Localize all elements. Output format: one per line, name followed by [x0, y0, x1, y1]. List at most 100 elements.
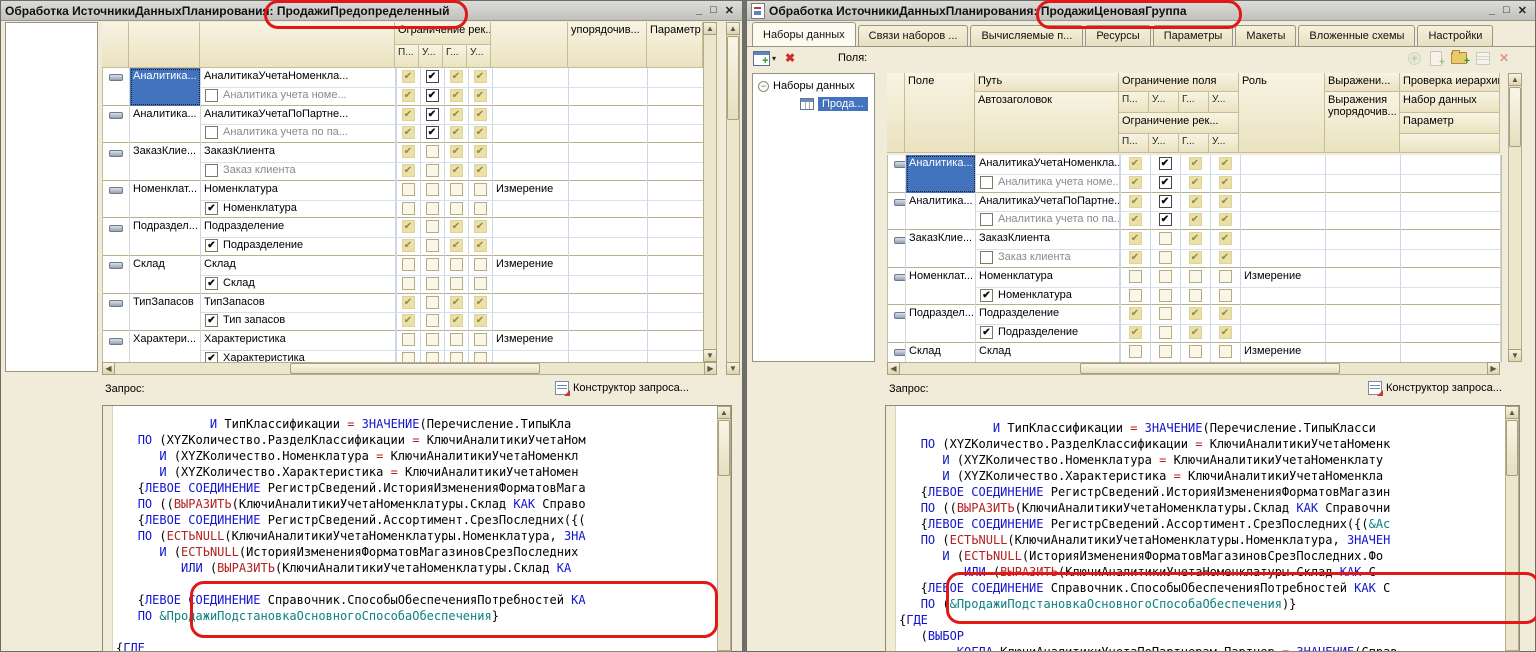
checkbox-checked-disabled[interactable]: ✔ [474, 89, 487, 102]
checkbox-checked-disabled[interactable]: ✔ [402, 70, 415, 83]
checkbox-unchecked[interactable] [426, 352, 439, 362]
field-title-cell[interactable]: Аналитика учета номе... [201, 87, 396, 106]
checkbox-checked-disabled[interactable]: ✔ [474, 220, 487, 233]
field-title-cell[interactable]: Аналитика учета номе... [976, 174, 1120, 193]
checkbox-checked[interactable]: ✔ [1159, 213, 1172, 226]
field-title-cell[interactable]: ✔Номенклатура [976, 287, 1120, 306]
field-path-cell[interactable]: Подразделение [976, 305, 1120, 324]
field-name-cell[interactable]: Подраздел... [130, 218, 201, 256]
checkbox-checked[interactable]: ✔ [426, 89, 439, 102]
query-constructor-link[interactable]: Конструктор запроса... [555, 381, 689, 395]
checkbox-checked-disabled[interactable]: ✔ [450, 126, 463, 139]
right-maximize-button[interactable]: □ [1503, 4, 1510, 17]
field-title-cell[interactable]: Заказ клиента [976, 249, 1120, 268]
title-checkbox-checked[interactable]: ✔ [205, 239, 218, 252]
checkbox-unchecked[interactable] [450, 352, 463, 362]
checkbox-checked-disabled[interactable]: ✔ [1219, 157, 1232, 170]
field-path-cell[interactable]: Склад [201, 256, 396, 275]
field-title-cell[interactable]: ✔Тип запасов [201, 312, 396, 331]
title-checkbox-checked[interactable]: ✔ [205, 202, 218, 215]
tab-2[interactable]: Связи наборов ... [858, 25, 969, 46]
checkbox-checked-disabled[interactable]: ✔ [450, 145, 463, 158]
checkbox-unchecked[interactable] [426, 314, 439, 327]
checkbox-unchecked[interactable] [450, 258, 463, 271]
field-path-cell[interactable]: Номенклатура [976, 268, 1120, 287]
field-title-cell[interactable]: ✔Подразделение [976, 324, 1120, 343]
checkbox-checked-disabled[interactable]: ✔ [1129, 307, 1142, 320]
checkbox-unchecked[interactable] [1159, 326, 1172, 339]
checkbox-checked-disabled[interactable]: ✔ [450, 296, 463, 309]
checkbox-checked-disabled[interactable]: ✔ [450, 239, 463, 252]
field-row-group[interactable]: ЗаказКлие...ЗаказКлиентаЗаказ клиента✔✔✔… [888, 230, 1501, 268]
add-dataset-button[interactable]: +▾ [753, 50, 781, 66]
checkbox-checked-disabled[interactable]: ✔ [1129, 251, 1142, 264]
checkbox-checked-disabled[interactable]: ✔ [1219, 195, 1232, 208]
checkbox-checked[interactable]: ✔ [1159, 157, 1172, 170]
checkbox-checked-disabled[interactable]: ✔ [474, 108, 487, 121]
checkbox-unchecked[interactable] [1129, 289, 1142, 302]
field-name-cell[interactable]: Аналитика... [906, 193, 976, 231]
tree-item-dataset-sales[interactable]: Прода... [800, 96, 875, 111]
checkbox-unchecked[interactable] [1159, 307, 1172, 320]
checkbox-checked[interactable]: ✔ [426, 108, 439, 121]
checkbox-unchecked[interactable] [1189, 270, 1202, 283]
checkbox-checked-disabled[interactable]: ✔ [474, 296, 487, 309]
checkbox-checked-disabled[interactable]: ✔ [402, 145, 415, 158]
checkbox-checked-disabled[interactable]: ✔ [450, 220, 463, 233]
field-row-group[interactable]: ТипЗапасовТипЗапасов✔Тип запасов✔✔✔✔✔✔ [103, 294, 704, 332]
title-checkbox-checked[interactable]: ✔ [205, 314, 218, 327]
right-minimize-button[interactable]: _ [1489, 4, 1495, 17]
checkbox-checked-disabled[interactable]: ✔ [402, 164, 415, 177]
field-name-cell[interactable]: Склад [906, 343, 976, 362]
checkbox-unchecked[interactable] [426, 333, 439, 346]
field-path-cell[interactable]: Номенклатура [201, 181, 396, 200]
field-path-cell[interactable]: Характеристика [201, 331, 396, 350]
checkbox-unchecked[interactable] [402, 202, 415, 215]
checkbox-unchecked[interactable] [426, 202, 439, 215]
checkbox-checked[interactable]: ✔ [426, 126, 439, 139]
tab-7[interactable]: Вложенные схемы [1298, 25, 1415, 46]
field-row-group[interactable]: Подраздел...Подразделение✔Подразделение✔… [103, 218, 704, 256]
field-path-cell[interactable]: АналитикаУчетаНоменкла... [201, 68, 396, 87]
checkbox-unchecked[interactable] [1219, 345, 1232, 358]
field-title-cell[interactable]: ✔Характеристика [201, 350, 396, 362]
checkbox-checked-disabled[interactable]: ✔ [474, 239, 487, 252]
title-checkbox-checked[interactable]: ✔ [980, 326, 993, 339]
field-row-group[interactable]: СкладСклад✔СкладИзмерение [888, 343, 1501, 362]
title-checkbox-checked[interactable]: ✔ [205, 352, 218, 362]
checkbox-checked-disabled[interactable]: ✔ [1219, 176, 1232, 189]
checkbox-unchecked[interactable] [474, 277, 487, 290]
checkbox-unchecked[interactable] [1159, 270, 1172, 283]
checkbox-checked-disabled[interactable]: ✔ [450, 164, 463, 177]
field-row-group[interactable]: Аналитика...АналитикаУчетаПоПартне...Ана… [103, 106, 704, 144]
checkbox-unchecked[interactable] [1129, 270, 1142, 283]
query-constructor-text[interactable]: Конструктор запроса... [573, 382, 689, 394]
checkbox-checked-disabled[interactable]: ✔ [1219, 251, 1232, 264]
checkbox-unchecked[interactable] [1129, 345, 1142, 358]
left-table-hscroll-thumb[interactable] [290, 363, 540, 374]
checkbox-unchecked[interactable] [402, 333, 415, 346]
checkbox-unchecked[interactable] [450, 202, 463, 215]
left-close-button[interactable]: ✕ [725, 4, 734, 17]
field-name-cell[interactable]: Аналитика... [906, 155, 976, 193]
field-title-cell[interactable]: Заказ клиента [201, 162, 396, 181]
checkbox-unchecked[interactable] [1219, 289, 1232, 302]
checkbox-unchecked[interactable] [450, 277, 463, 290]
tree-item-datasets[interactable]: −Наборы данных [758, 79, 873, 93]
field-name-cell[interactable]: Аналитика... [130, 68, 201, 106]
checkbox-checked-disabled[interactable]: ✔ [1129, 213, 1142, 226]
checkbox-checked-disabled[interactable]: ✔ [402, 89, 415, 102]
checkbox-checked-disabled[interactable]: ✔ [1129, 176, 1142, 189]
checkbox-checked-disabled[interactable]: ✔ [474, 70, 487, 83]
checkbox-checked-disabled[interactable]: ✔ [1129, 326, 1142, 339]
checkbox-checked-disabled[interactable]: ✔ [1219, 213, 1232, 226]
left-table-vscroll-down[interactable]: ▼ [703, 349, 717, 362]
checkbox-unchecked[interactable] [450, 333, 463, 346]
field-path-cell[interactable]: Подразделение [201, 218, 396, 237]
delete-field-icon[interactable]: ✕ [1499, 51, 1509, 65]
field-path-cell[interactable]: ТипЗапасов [201, 294, 396, 313]
add-folder-icon[interactable]: + [1451, 52, 1467, 64]
query-constructor-link[interactable]: Конструктор запроса... [1368, 381, 1502, 395]
field-row-group[interactable]: Аналитика...АналитикаУчетаПоПартне...Ана… [888, 193, 1501, 231]
checkbox-checked-disabled[interactable]: ✔ [1189, 326, 1202, 339]
